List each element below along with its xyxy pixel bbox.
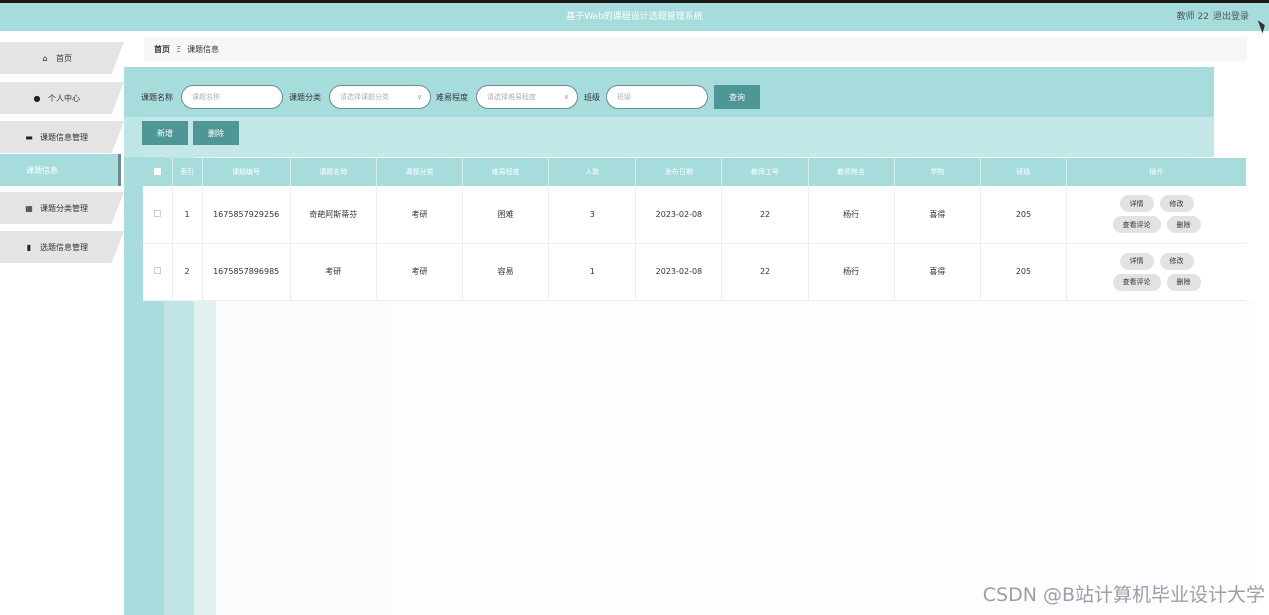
cell-date: 2023-02-08 [635, 186, 723, 244]
sidebar-item-category-management[interactable]: ▦ 课题分类管理 [0, 192, 124, 224]
cell-name: 奇葩阿斯蒂芬 [290, 186, 377, 244]
search-button[interactable]: 查询 [714, 85, 760, 109]
sidebar-item-topic-management[interactable]: ▬ 课题信息管理 [0, 121, 124, 153]
topic-name-input[interactable]: 课题名称 [181, 85, 283, 109]
view-comments-button[interactable]: 查看评论 [1112, 273, 1161, 291]
background-panel [386, 300, 1256, 615]
background-panel [216, 300, 386, 615]
cell-class: 205 [980, 186, 1068, 244]
batch-delete-button[interactable]: 删除 [193, 121, 239, 145]
detail-button[interactable]: 详情 [1119, 252, 1154, 270]
delete-button[interactable]: 删除 [1166, 216, 1201, 234]
add-button[interactable]: 新增 [142, 121, 188, 145]
difficulty-select-placeholder: 请选择难易程度 [487, 93, 536, 101]
select-all-header[interactable] [143, 158, 173, 186]
cell-date: 2023-02-08 [635, 243, 723, 301]
edit-button[interactable]: 修改 [1159, 195, 1194, 213]
category-select[interactable]: 请选择课题分类 ∨ [329, 85, 431, 109]
cell-teacher-name: 杨行 [808, 243, 895, 301]
breadcrumb-current: 课题信息 [187, 44, 220, 54]
watermark-text: CSDN @B站计算机毕业设计大学 [982, 584, 1265, 606]
top-header: 基于Web的课程设计选题管理系统 教师 22 退出登录 [0, 0, 1269, 34]
cell-index: 2 [172, 243, 203, 301]
table-row: 2 1675857896985 考研 考研 容易 1 2023-02-08 22… [143, 243, 1246, 301]
row-select-cell[interactable] [143, 186, 173, 244]
app-title: 基于Web的课程设计选题管理系统 [566, 12, 703, 22]
column-header: 教师工号 [721, 158, 809, 186]
breadcrumb-home[interactable]: 首页 [154, 44, 170, 55]
grid-icon: ▦ [25, 203, 33, 213]
table-header-row: 索引 课题编号 课题名称 课题分类 难易程度 人数 发布日期 教师工号 教师姓名… [143, 158, 1246, 186]
delete-button[interactable]: 删除 [1166, 273, 1201, 291]
column-header: 课题分类 [376, 158, 464, 186]
cell-code: 1675857929256 [202, 186, 291, 244]
category-select-placeholder: 请选择课题分类 [340, 93, 389, 101]
chevron-down-icon: ∨ [416, 93, 422, 101]
column-header: 课题名称 [290, 158, 377, 186]
sidebar-item-selection-management[interactable]: ▮ 选题信息管理 [0, 231, 124, 263]
cell-college: 喜得 [894, 243, 981, 301]
category-label: 课题分类 [289, 93, 321, 102]
column-header: 人数 [548, 158, 637, 186]
column-header: 发布日期 [635, 158, 723, 186]
sidebar: ⌂ 首页 ● 个人中心 ▬ 课题信息管理 课题信息 ▦ 课题分类管理 ▮ 选题信息管理 [0, 31, 124, 615]
detail-button[interactable]: 详情 [1119, 195, 1154, 213]
row-select-cell[interactable] [143, 243, 173, 301]
row-checkbox[interactable] [153, 267, 161, 274]
cell-college: 喜得 [894, 186, 981, 244]
sidebar-item-label: 个人中心 [48, 93, 80, 103]
briefcase-icon: ▬ [25, 132, 33, 142]
column-header: 难易程度 [462, 158, 550, 186]
view-comments-button[interactable]: 查看评论 [1112, 216, 1161, 234]
row-checkbox[interactable] [153, 209, 161, 217]
cell-teacher-id: 22 [721, 186, 809, 244]
user-icon: ● [33, 93, 41, 103]
sidebar-subitem-topic-info[interactable]: 课题信息 [0, 154, 121, 186]
column-header: 课题编号 [202, 158, 291, 186]
cell-teacher-name: 杨行 [808, 186, 895, 244]
cell-class: 205 [980, 243, 1068, 301]
cell-index: 1 [172, 186, 203, 244]
topic-table: 索引 课题编号 课题名称 课题分类 难易程度 人数 发布日期 教师工号 教师姓名… [143, 158, 1246, 301]
sidebar-item-label: 选题信息管理 [40, 242, 88, 252]
breadcrumb: 首页 Ξ 课题信息 [144, 37, 1247, 61]
breadcrumb-separator: Ξ [176, 44, 182, 54]
document-icon: ▮ [26, 242, 32, 252]
column-header: 班级 [980, 158, 1068, 186]
select-all-checkbox[interactable] [153, 167, 161, 175]
cell-difficulty: 容易 [462, 243, 550, 301]
action-panel [144, 117, 1214, 157]
home-icon: ⌂ [42, 53, 48, 63]
sidebar-item-profile[interactable]: ● 个人中心 [0, 82, 124, 114]
sidebar-item-label: 首页 [56, 53, 72, 63]
cell-teacher-id: 22 [721, 243, 809, 301]
chevron-down-icon: ∨ [563, 93, 569, 101]
cell-name: 考研 [290, 243, 377, 301]
sidebar-item-label: 课题信息管理 [40, 132, 88, 142]
topic-name-label: 课题名称 [141, 93, 173, 102]
sidebar-item-label: 课题分类管理 [40, 203, 88, 213]
column-header: 索引 [172, 158, 203, 186]
edit-button[interactable]: 修改 [1159, 252, 1194, 270]
cell-difficulty: 困难 [462, 186, 550, 244]
logout-link[interactable]: 退出登录 [1213, 9, 1249, 22]
cell-category: 考研 [376, 243, 464, 301]
cell-operations: 详情 修改 查看评论 删除 [1066, 243, 1246, 301]
cell-count: 1 [548, 243, 637, 301]
cell-operations: 详情 修改 查看评论 删除 [1066, 186, 1246, 244]
sidebar-item-home[interactable]: ⌂ 首页 [0, 42, 124, 74]
column-header: 操作 [1066, 158, 1246, 186]
column-header: 学院 [894, 158, 981, 186]
difficulty-label: 难易程度 [436, 93, 468, 102]
column-header: 教师姓名 [808, 158, 895, 186]
table-row: 1 1675857929256 奇葩阿斯蒂芬 考研 困难 3 2023-02-0… [143, 186, 1246, 244]
class-label: 班级 [584, 93, 600, 102]
class-input[interactable]: 班级 [606, 85, 708, 109]
difficulty-select[interactable]: 请选择难易程度 ∨ [476, 85, 578, 109]
cell-code: 1675857896985 [202, 243, 291, 301]
cell-category: 考研 [376, 186, 464, 244]
current-user: 教师 22 [1176, 12, 1209, 22]
cell-count: 3 [548, 186, 637, 244]
